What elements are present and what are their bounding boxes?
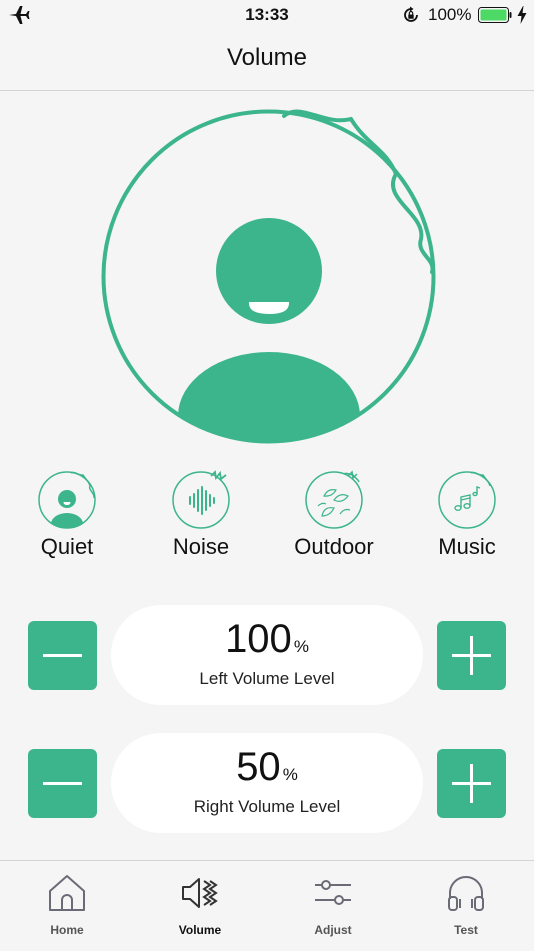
mode-outdoor-label: Outdoor <box>294 534 374 559</box>
rotation-lock-icon <box>404 6 418 22</box>
tab-adjust[interactable]: Adjust <box>278 861 388 951</box>
quiet-mode-illustration <box>101 109 436 444</box>
tab-volume-label: Volume <box>178 923 222 937</box>
plus-icon <box>452 636 491 675</box>
mode-music[interactable]: Music <box>407 470 527 570</box>
right-volume-increase-button[interactable] <box>437 749 506 818</box>
tab-test[interactable]: Test <box>411 861 521 951</box>
battery-icon <box>478 7 512 23</box>
tab-test-label: Test <box>454 923 478 937</box>
quiet-mode-icon <box>38 471 96 529</box>
left-volume-decrease-button[interactable] <box>28 621 97 690</box>
mode-quiet[interactable]: Quiet <box>7 470 127 570</box>
volume-icon <box>182 878 218 908</box>
header: Volume <box>0 30 534 91</box>
tab-bar: Home Volume Adjust Test <box>0 860 534 951</box>
right-volume-value: 50% <box>111 745 423 790</box>
right-volume-unit: % <box>282 765 298 784</box>
noise-mode-icon <box>172 470 230 529</box>
mode-quiet-label: Quiet <box>40 534 94 559</box>
right-volume-label: Right Volume Level <box>193 797 341 816</box>
mode-noise-label: Noise <box>172 534 230 559</box>
mode-outdoor[interactable]: Outdoor <box>274 470 394 570</box>
music-mode-icon <box>438 471 496 529</box>
left-volume-label: Left Volume Level <box>199 669 335 688</box>
status-bar: 13:33 100% <box>0 0 534 30</box>
left-volume-number: 100 <box>225 617 292 661</box>
outdoor-mode-icon <box>305 470 363 529</box>
minus-icon <box>43 654 82 657</box>
mode-music-label: Music <box>438 534 496 559</box>
plus-icon <box>452 764 491 803</box>
left-volume-increase-button[interactable] <box>437 621 506 690</box>
headphones-icon <box>448 876 484 911</box>
right-volume-number: 50 <box>236 745 281 789</box>
battery-percent: 100% <box>428 5 472 24</box>
minus-icon <box>43 782 82 785</box>
mode-noise[interactable]: Noise <box>141 470 261 570</box>
adjust-icon <box>315 880 351 905</box>
left-volume-display: 100% Left Volume Level <box>111 605 423 705</box>
tab-home-label: Home <box>50 923 84 937</box>
right-volume-decrease-button[interactable] <box>28 749 97 818</box>
left-volume-unit: % <box>293 637 309 656</box>
left-volume-value: 100% <box>111 617 423 662</box>
tab-home[interactable]: Home <box>12 861 122 951</box>
tab-adjust-label: Adjust <box>314 923 352 937</box>
tab-volume[interactable]: Volume <box>145 861 255 951</box>
charging-icon <box>517 6 527 24</box>
home-icon <box>49 875 85 911</box>
page-title: Volume <box>226 44 308 71</box>
right-volume-display: 50% Right Volume Level <box>111 733 423 833</box>
